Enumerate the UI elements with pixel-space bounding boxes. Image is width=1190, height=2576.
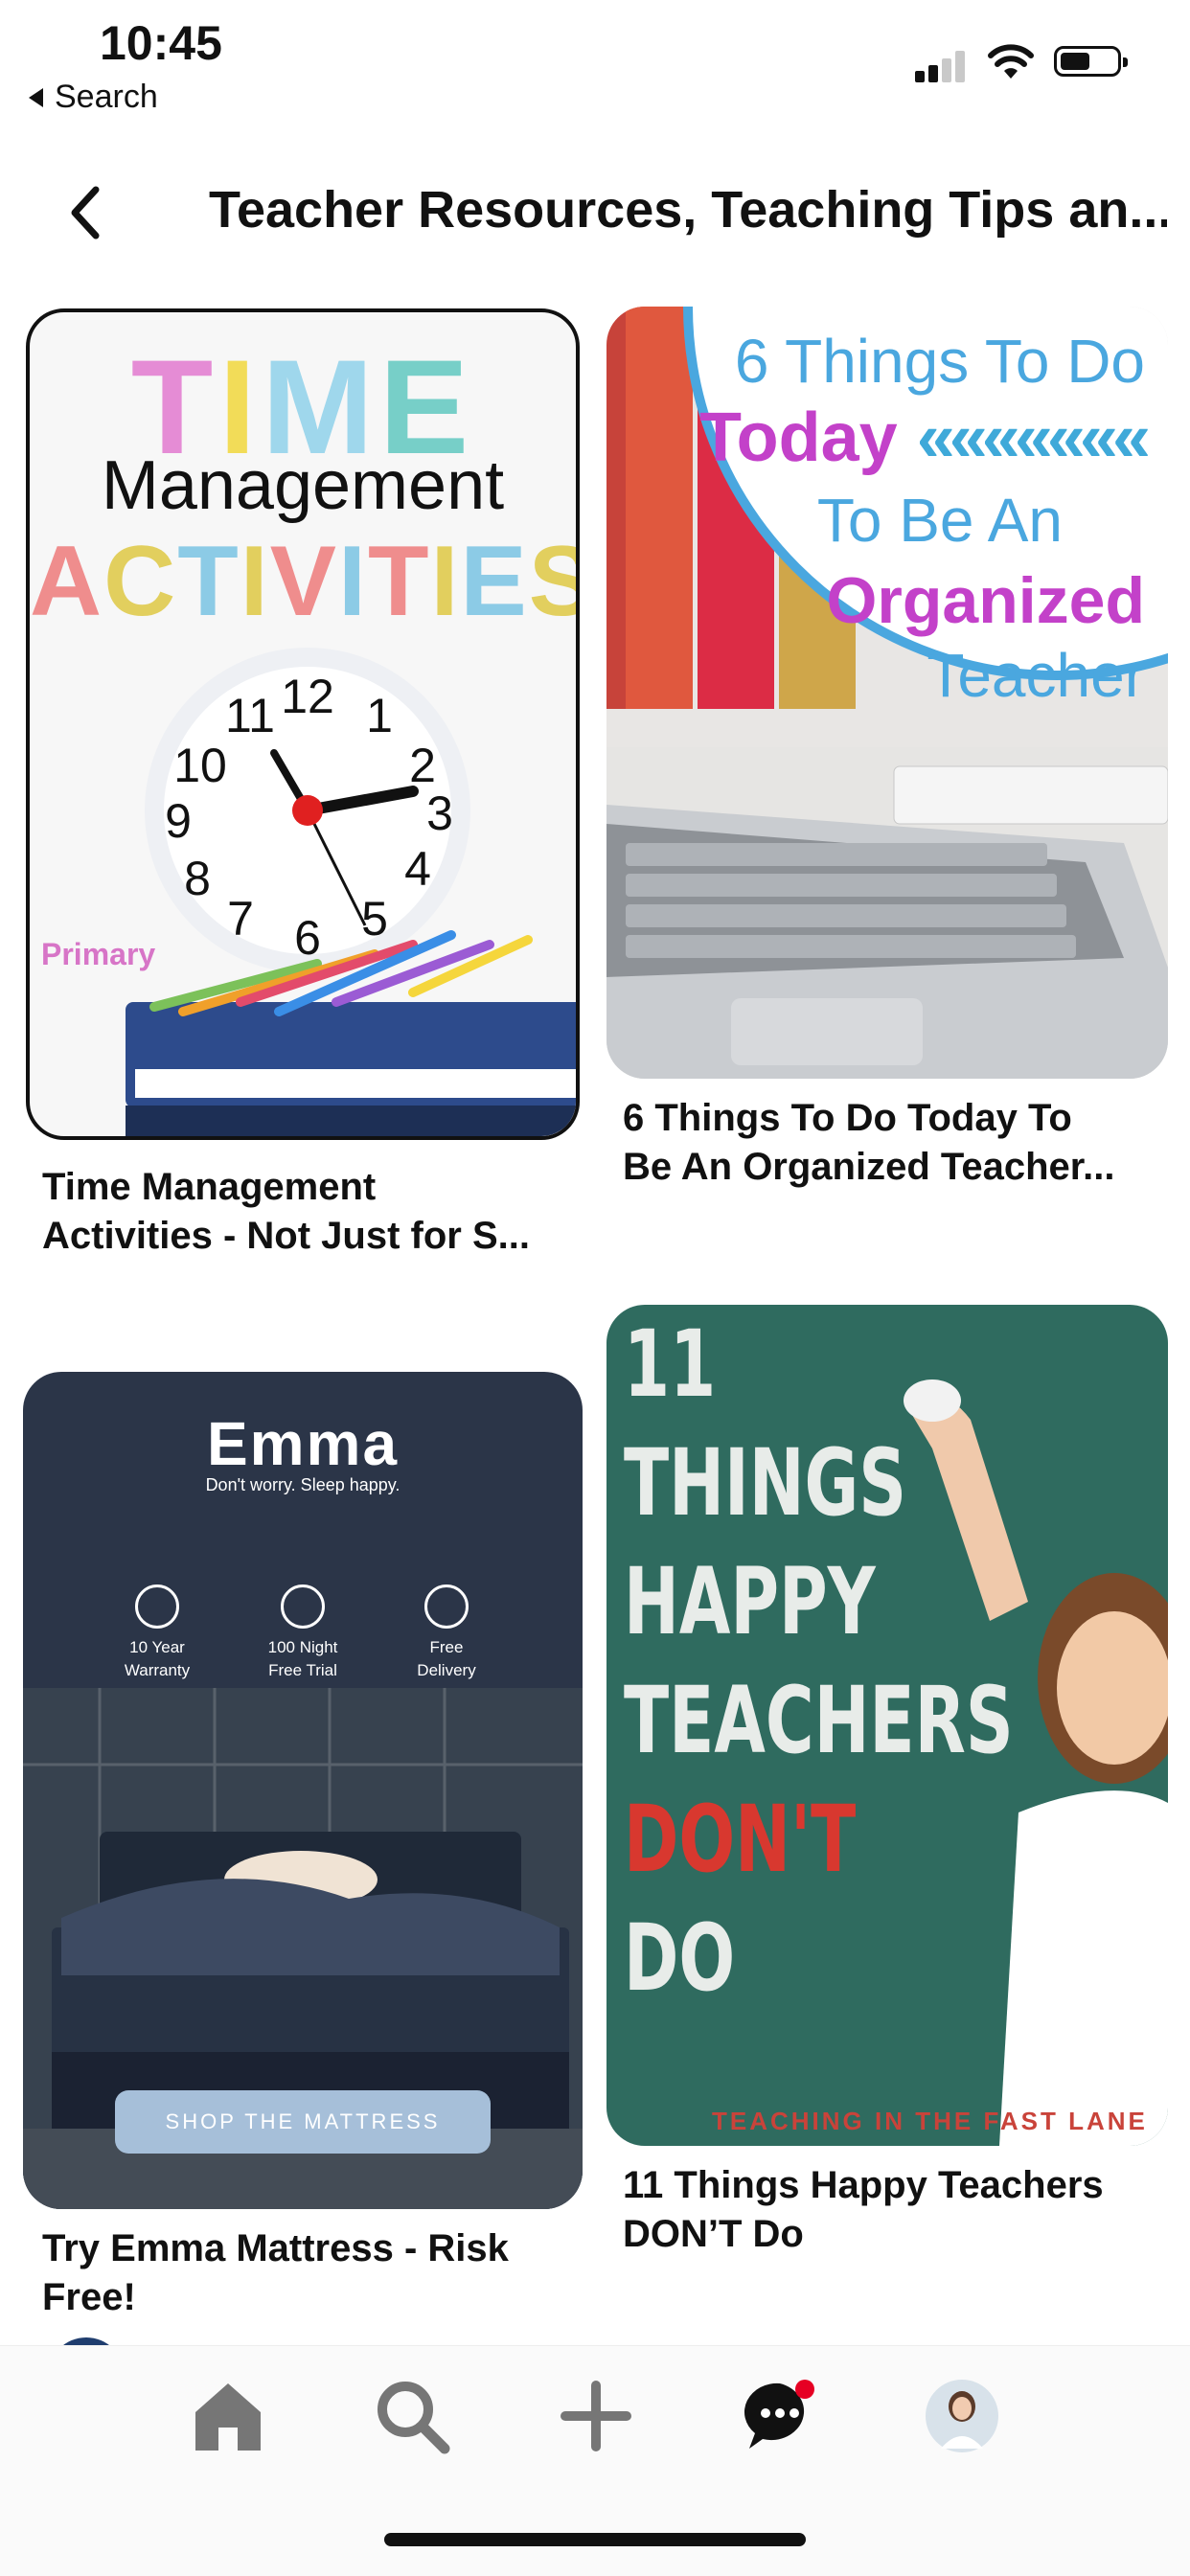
pin-image-text: Management [101, 447, 505, 524]
laptop-illustration [606, 747, 1168, 1079]
status-time: 10:45 [100, 16, 222, 70]
pin-image-text: To Be An [816, 486, 1063, 555]
emma-tagline: Don't worry. Sleep happy. [205, 1475, 400, 1494]
pin-brand-text: TEACHING IN THE FAST LANE [712, 2107, 1148, 2135]
books-pencils-illustration [126, 930, 576, 1136]
svg-text:9: 9 [165, 794, 192, 848]
home-indicator [384, 2533, 806, 2546]
pin-image-time-management[interactable]: TIME Management ACTIVITIES 1212 345 678 … [26, 308, 580, 1140]
notification-dot [795, 2380, 814, 2399]
back-triangle-icon [29, 87, 43, 107]
search-icon[interactable] [374, 2378, 450, 2454]
emma-logo: Emma [206, 1409, 400, 1478]
home-icon[interactable] [190, 2378, 266, 2454]
pin-image-happy-teachers[interactable]: 11 THINGS HAPPY TEACHERS DON'T DO TEACHI… [606, 1305, 1168, 2146]
svg-text:4: 4 [404, 842, 431, 896]
messages-icon[interactable] [742, 2378, 818, 2454]
pin-image-text: Organized [826, 564, 1146, 637]
back-app-label: Search [55, 79, 158, 115]
pin-image-text: HAPPY [624, 1548, 876, 1655]
pin-title[interactable]: Try Emma Mattress - Risk Free! [42, 2224, 509, 2322]
plus-icon[interactable] [558, 2378, 634, 2454]
profile-avatar[interactable] [924, 2378, 1000, 2454]
board-title: Teacher Resources, Teaching Tips an... [209, 181, 1167, 239]
sleep-mask-icon [281, 1584, 325, 1629]
svg-text:8: 8 [184, 852, 211, 905]
back-to-app[interactable]: Search [29, 79, 158, 116]
wifi-icon [988, 44, 1034, 79]
pin-title[interactable]: 11 Things Happy Teachers DON’T Do [623, 2161, 1104, 2259]
svg-text:3: 3 [426, 786, 453, 840]
svg-text:1: 1 [366, 689, 393, 742]
pin-image-text: Today ««««««« [698, 399, 1151, 476]
box-icon [424, 1584, 469, 1629]
pin-image-emma-mattress[interactable]: Emma Don't worry. Sleep happy. 10 Year Wa… [23, 1372, 583, 2209]
svg-text:11: 11 [225, 689, 275, 742]
pin-image-text: THINGS [624, 1429, 907, 1537]
award-icon [135, 1584, 179, 1629]
pin-image-text: DON'T [624, 1786, 857, 1893]
cellular-signal-icon [915, 50, 969, 82]
pin-image-text: TEACHERS [624, 1667, 1014, 1774]
battery-icon [1054, 46, 1128, 77]
pin-brand-text: Primary [41, 937, 156, 971]
back-chevron-icon[interactable] [67, 184, 105, 241]
pin-image-organized-teacher[interactable]: 6 Things To Do Today ««««««« To Be An Or… [606, 307, 1168, 1079]
delivery-feature: Free Delivery [389, 1584, 504, 1682]
pin-image-text: 6 Things To Do [734, 327, 1145, 396]
pin-image-text: DO [624, 1904, 736, 2012]
svg-text:10: 10 [173, 739, 227, 792]
shop-the-mattress-button[interactable]: SHOP THE MATTRESS [115, 2090, 491, 2154]
pin-title[interactable]: 6 Things To Do Today To Be An Organized … [623, 1094, 1114, 1192]
pin-image-text: Teacher [927, 641, 1145, 710]
svg-text:2: 2 [409, 739, 436, 792]
trial-feature: 100 Night Free Trial [245, 1584, 360, 1682]
svg-text:12: 12 [281, 670, 334, 723]
pin-title[interactable]: Time Management Activities - Not Just fo… [42, 1163, 530, 1261]
pin-image-text: 11 [624, 1311, 717, 1418]
pin-image-text: ACTIVITIES [30, 526, 576, 637]
warranty-feature: 10 Year Warranty [100, 1584, 215, 1682]
